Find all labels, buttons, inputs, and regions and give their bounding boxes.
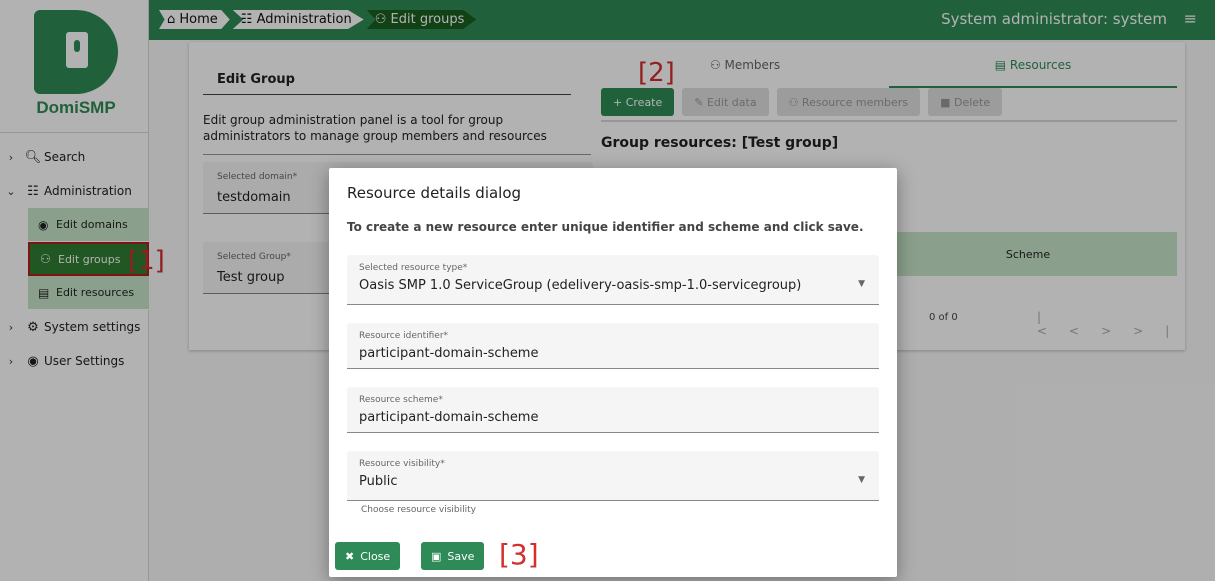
save-icon: ▣ <box>431 549 442 563</box>
field-value: participant-domain-scheme <box>359 410 539 425</box>
resource-identifier-input[interactable]: Resource identifier* participant-domain-… <box>347 323 879 369</box>
field-value: Oasis SMP 1.0 ServiceGroup (edelivery-oa… <box>359 278 802 293</box>
resource-visibility-select[interactable]: Resource visibility* Public ▼ <box>347 451 879 501</box>
resource-scheme-input[interactable]: Resource scheme* participant-domain-sche… <box>347 387 879 433</box>
close-button[interactable]: ✖ Close <box>335 542 401 570</box>
annotation-marker-3: [3] <box>499 538 539 571</box>
dialog-description: To create a new resource enter unique id… <box>347 220 864 234</box>
field-label: Resource visibility* <box>359 459 445 469</box>
field-value: participant-domain-scheme <box>359 346 539 361</box>
field-value: Public <box>359 474 398 489</box>
close-icon: ✖ <box>345 549 355 563</box>
dropdown-caret-icon: ▼ <box>858 279 865 289</box>
field-label: Selected resource type* <box>359 263 468 273</box>
field-label: Resource identifier* <box>359 331 449 341</box>
field-label: Resource scheme* <box>359 395 443 405</box>
visibility-hint: Choose resource visibility <box>361 505 476 515</box>
resource-details-dialog: Resource details dialog To create a new … <box>329 168 897 577</box>
dialog-title: Resource details dialog <box>347 184 522 202</box>
button-label: Save <box>447 549 475 563</box>
resource-type-select[interactable]: Selected resource type* Oasis SMP 1.0 Se… <box>347 255 879 305</box>
dropdown-caret-icon: ▼ <box>858 475 865 485</box>
save-button[interactable]: ▣ Save <box>421 542 485 570</box>
button-label: Close <box>360 549 391 563</box>
